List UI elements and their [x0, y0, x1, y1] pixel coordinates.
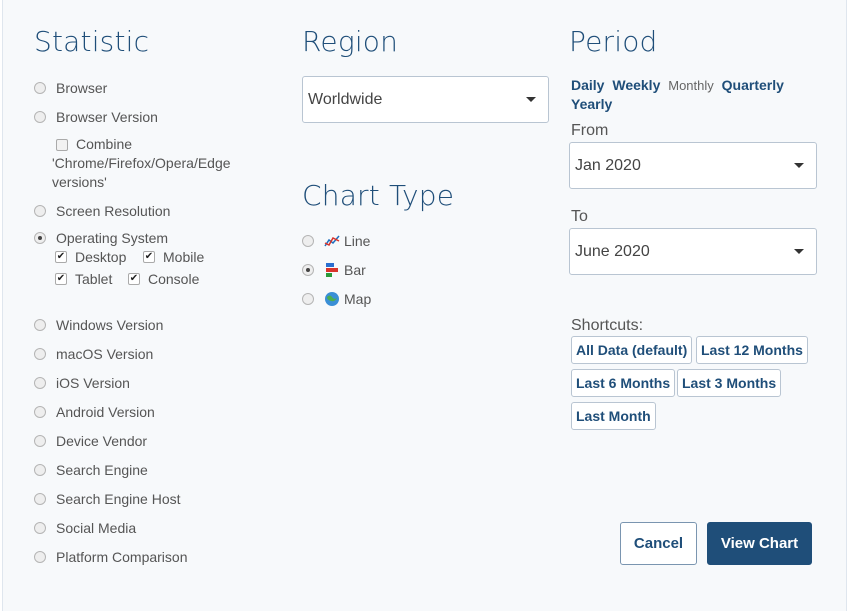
radio-label: Search Engine — [56, 462, 148, 478]
combine-label-line1: Combine — [76, 136, 133, 152]
cancel-button[interactable]: Cancel — [620, 522, 697, 565]
checkbox-tablet[interactable]: ✔ Tablet — [55, 271, 112, 287]
globe-icon — [325, 292, 339, 306]
period-link-weekly[interactable]: Weekly — [612, 77, 660, 93]
radio-label: Platform Comparison — [56, 549, 188, 565]
period-link-daily[interactable]: Daily — [571, 77, 604, 93]
radio-macos-version[interactable]: macOS Version — [34, 346, 153, 362]
radio-browser[interactable]: Browser — [34, 80, 107, 96]
checkbox-label: Mobile — [163, 249, 205, 265]
region-heading: Region — [302, 25, 399, 58]
radio-button[interactable] — [34, 111, 46, 123]
radio-label: Screen Resolution — [56, 203, 171, 219]
radio-label: Android Version — [56, 404, 155, 420]
radio-search-engine[interactable]: Search Engine — [34, 462, 148, 478]
radio-search-engine-host[interactable]: Search Engine Host — [34, 491, 181, 507]
radio-label: iOS Version — [56, 375, 130, 391]
radio-platform-comparison[interactable]: Platform Comparison — [34, 549, 188, 565]
check-icon[interactable]: ✔ — [143, 251, 155, 263]
radio-android-version[interactable]: Android Version — [34, 404, 155, 420]
radio-chart-bar[interactable]: Bar — [302, 262, 366, 278]
bar-chart-icon — [326, 263, 338, 277]
radio-label: Search Engine Host — [56, 491, 181, 507]
checkbox-desktop[interactable]: ✔ Desktop — [55, 249, 126, 265]
radio-button-selected[interactable] — [302, 264, 314, 276]
checkbox-label: Desktop — [75, 249, 127, 265]
to-select[interactable]: June 2020 — [569, 228, 817, 275]
radio-button[interactable] — [34, 522, 46, 534]
line-chart-icon — [324, 235, 340, 247]
radio-button[interactable] — [34, 464, 46, 476]
from-selected-value: Jan 2020 — [575, 156, 641, 174]
radio-browser-version[interactable]: Browser Version — [34, 109, 158, 125]
radio-ios-version[interactable]: iOS Version — [34, 375, 130, 391]
radio-button[interactable] — [34, 319, 46, 331]
shortcuts-label: Shortcuts: — [571, 317, 644, 334]
chevron-down-icon — [526, 97, 536, 102]
chevron-down-icon — [794, 163, 804, 168]
from-label: From — [571, 122, 609, 139]
from-select[interactable]: Jan 2020 — [569, 142, 817, 189]
shortcut-all-data-button[interactable]: All Data (default) — [571, 336, 693, 364]
to-selected-value: June 2020 — [575, 242, 650, 260]
radio-screen-resolution[interactable]: Screen Resolution — [34, 203, 170, 219]
radio-windows-version[interactable]: Windows Version — [34, 317, 163, 333]
period-link-monthly[interactable]: Monthly — [668, 78, 714, 93]
checkbox-label: Tablet — [75, 271, 113, 287]
radio-social-media[interactable]: Social Media — [34, 520, 136, 536]
period-granularity-links: Daily Weekly Monthly Quarterly Yearly — [571, 76, 811, 113]
radio-chart-line[interactable]: Line — [302, 233, 370, 249]
shortcut-last-12-months-button[interactable]: Last 12 Months — [696, 336, 808, 364]
radio-button[interactable] — [34, 377, 46, 389]
radio-button[interactable] — [34, 493, 46, 505]
radio-label: Line — [344, 233, 371, 249]
radio-label: macOS Version — [56, 346, 154, 362]
radio-button[interactable] — [302, 235, 314, 247]
radio-chart-map[interactable]: Map — [302, 291, 371, 307]
shortcut-last-month-button[interactable]: Last Month — [571, 402, 656, 430]
radio-label: Device Vendor — [56, 433, 148, 449]
radio-button[interactable] — [34, 205, 46, 217]
check-icon[interactable]: ✔ — [55, 273, 67, 285]
period-heading: Period — [569, 25, 658, 58]
view-chart-button[interactable]: View Chart — [707, 522, 812, 565]
period-link-yearly[interactable]: Yearly — [571, 96, 612, 112]
chevron-down-icon — [794, 249, 804, 254]
radio-label: Browser Version — [56, 109, 158, 125]
combine-label-line3: versions' — [52, 174, 107, 190]
statistic-heading: Statistic — [34, 25, 150, 58]
check-icon[interactable]: ✔ — [128, 273, 140, 285]
radio-button[interactable] — [34, 551, 46, 563]
combine-checkbox[interactable] — [56, 138, 68, 151]
radio-label: Bar — [344, 262, 366, 278]
radio-device-vendor[interactable]: Device Vendor — [34, 433, 147, 449]
checkbox-label: Console — [148, 271, 200, 287]
radio-label: Social Media — [56, 520, 137, 536]
chart-type-heading: Chart Type — [302, 179, 455, 212]
radio-label: Map — [344, 291, 372, 307]
chart-options-panel: Statistic Browser Browser Version Combin… — [2, 0, 847, 611]
radio-label: Browser — [56, 80, 108, 96]
check-icon[interactable]: ✔ — [55, 251, 67, 263]
radio-button[interactable] — [34, 435, 46, 447]
region-select[interactable]: Worldwide — [302, 76, 549, 123]
shortcut-last-3-months-button[interactable]: Last 3 Months — [677, 369, 782, 397]
to-label: To — [571, 208, 588, 225]
radio-button[interactable] — [34, 348, 46, 360]
checkbox-mobile[interactable]: ✔ Mobile — [143, 249, 204, 265]
radio-button[interactable] — [34, 82, 46, 94]
region-selected-value: Worldwide — [308, 90, 383, 108]
period-link-quarterly[interactable]: Quarterly — [722, 77, 784, 93]
radio-button[interactable] — [34, 406, 46, 418]
radio-operating-system[interactable]: Operating System — [34, 230, 168, 246]
combine-label-line2: 'Chrome/Firefox/Opera/Edge — [52, 155, 231, 171]
checkbox-console[interactable]: ✔ Console — [128, 271, 199, 287]
radio-button-selected[interactable] — [34, 232, 46, 244]
radio-label: Operating System — [56, 230, 169, 246]
combine-versions-option[interactable]: Combine 'Chrome/Firefox/Opera/Edge versi… — [52, 135, 252, 192]
radio-button[interactable] — [302, 293, 314, 305]
radio-label: Windows Version — [56, 317, 164, 333]
shortcut-last-6-months-button[interactable]: Last 6 Months — [571, 369, 676, 397]
